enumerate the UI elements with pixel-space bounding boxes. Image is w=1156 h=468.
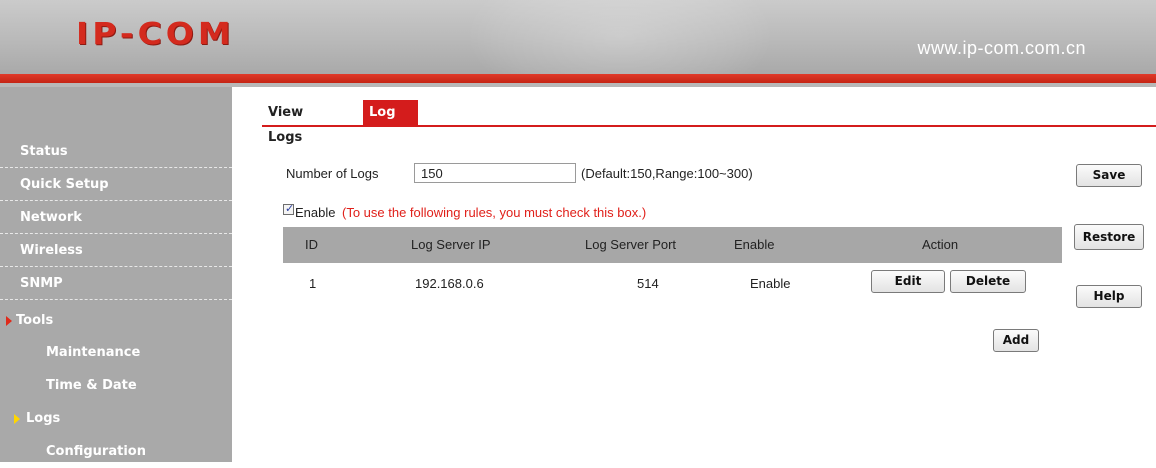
sidebar-subitem-logs[interactable]: Logs	[0, 403, 232, 435]
sidebar-item-label: Maintenance	[46, 345, 141, 360]
sidebar-item-status[interactable]: Status	[0, 136, 232, 168]
add-button[interactable]: Add	[993, 329, 1039, 352]
edit-button[interactable]: Edit	[871, 270, 945, 293]
num-logs-label: Number of Logs	[286, 166, 379, 181]
enable-checkbox[interactable]: ✓	[283, 202, 295, 215]
cell-log-server-port: 514	[637, 276, 659, 291]
delete-button[interactable]: Delete	[950, 270, 1026, 293]
sidebar-subitem-time-date[interactable]: Time & Date	[0, 370, 232, 402]
header-red-bar	[0, 74, 1156, 83]
sidebar-subitem-configuration[interactable]: Configuration	[0, 436, 232, 468]
sidebar-subitem-maintenance[interactable]: Maintenance	[0, 337, 232, 369]
sidebar-item-tools[interactable]: Tools	[0, 305, 232, 337]
sidebar-item-label: Tools	[16, 313, 54, 328]
column-header-action: Action	[922, 237, 959, 252]
selected-arrow-icon	[14, 414, 20, 424]
enable-note: (To use the following rules, you must ch…	[342, 205, 647, 220]
sidebar-item-label: Status	[20, 144, 68, 159]
enable-label: Enable	[295, 205, 336, 220]
sidebar-item-label: Logs	[26, 411, 61, 426]
column-header-log-server-port: Log Server Port	[585, 237, 677, 252]
sidebar-item-label: Quick Setup	[20, 177, 109, 192]
check-mark-icon: ✓	[285, 202, 295, 215]
cell-log-server-ip: 192.168.0.6	[415, 276, 484, 291]
header-banner: IP-COM www.ip-com.com.cn	[0, 0, 1156, 74]
sidebar-item-network[interactable]: Network	[0, 202, 232, 234]
tab-view-logs[interactable]: View Logs	[262, 100, 310, 145]
num-logs-hint: (Default:150,Range:100~300)	[581, 166, 753, 181]
sidebar-item-label: SNMP	[20, 276, 63, 291]
globe-watermark	[470, 0, 770, 74]
sidebar-item-label: Wireless	[20, 243, 83, 258]
brand-logo: IP-COM	[76, 15, 235, 52]
sidebar-item-label: Network	[20, 210, 82, 225]
help-button[interactable]: Help	[1076, 285, 1142, 308]
num-logs-input[interactable]	[414, 163, 576, 183]
column-header-id: ID	[305, 237, 318, 252]
table-header: ID Log Server IP Log Server Port Enable …	[283, 227, 1062, 263]
column-header-log-server-ip: Log Server IP	[411, 237, 491, 252]
save-button[interactable]: Save	[1076, 164, 1142, 187]
sidebar: Status Quick Setup Network Wireless SNMP…	[0, 87, 232, 462]
column-header-enable: Enable	[734, 237, 775, 252]
site-url: www.ip-com.com.cn	[917, 38, 1086, 58]
sidebar-item-quick-setup[interactable]: Quick Setup	[0, 169, 232, 201]
tab-log-setup[interactable]: Log Setup	[363, 100, 418, 145]
expand-arrow-icon	[6, 316, 12, 326]
tab-underline	[262, 125, 1156, 127]
sidebar-item-label: Configuration	[46, 444, 146, 459]
sidebar-item-snmp[interactable]: SNMP	[0, 268, 232, 300]
sidebar-item-label: Time & Date	[46, 378, 137, 393]
sidebar-item-wireless[interactable]: Wireless	[0, 235, 232, 267]
cell-enable: Enable	[750, 276, 791, 291]
restore-button[interactable]: Restore	[1074, 224, 1144, 250]
cell-id: 1	[309, 276, 317, 291]
